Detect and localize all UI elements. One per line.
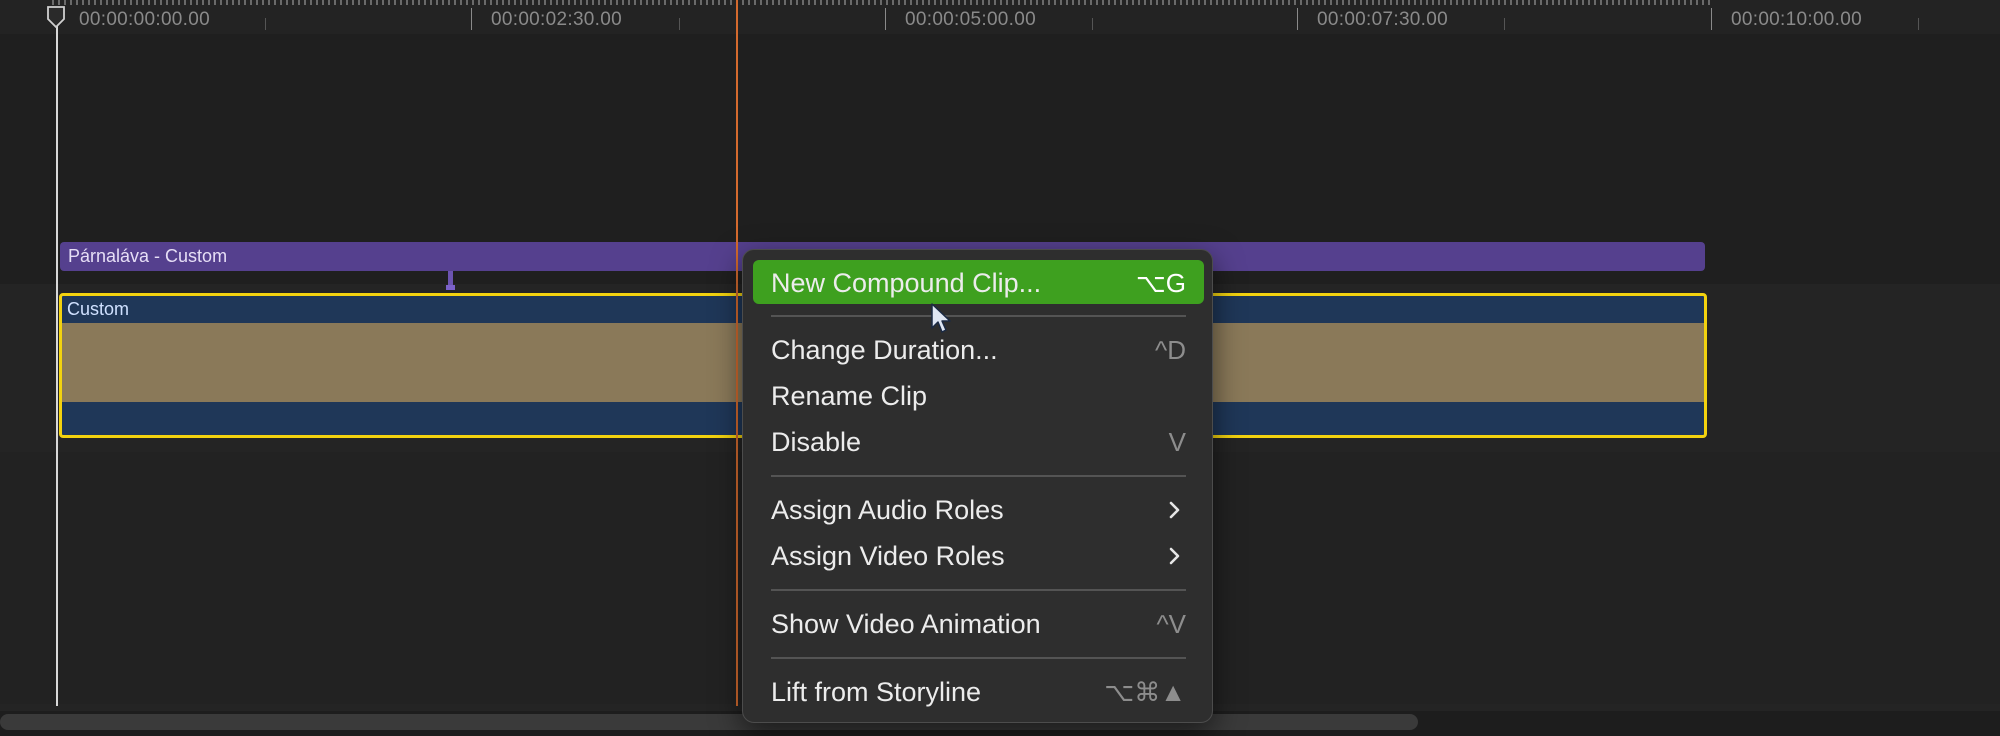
ruler-major-tick (1297, 8, 1298, 30)
menu-item-lift-from-storyline[interactable]: Lift from Storyline ⌥⌘▲ (753, 669, 1204, 713)
menu-item-shortcut: ^D (1155, 335, 1186, 365)
context-menu: New Compound Clip... ⌥G Change Duration.… (742, 249, 1213, 723)
ruler-major-tick (471, 8, 472, 30)
clip-connection-point (446, 285, 455, 290)
menu-item-shortcut: ^V (1156, 609, 1186, 639)
connected-clip-label: Párnaláva - Custom (68, 246, 228, 266)
menu-item-shortcut: ⌥⌘▲ (1104, 677, 1186, 707)
menu-item-rename-clip[interactable]: Rename Clip (753, 373, 1204, 417)
menu-item-assign-video-roles[interactable]: Assign Video Roles (753, 533, 1204, 577)
chevron-right-icon (1169, 501, 1180, 519)
menu-separator (771, 657, 1186, 659)
menu-separator (771, 475, 1186, 477)
ruler-major-tick (885, 8, 886, 30)
menu-item-shortcut: V (1168, 427, 1186, 457)
ruler-timecode: 00:00:00:00.00 (79, 9, 210, 30)
timeline-ruler[interactable]: 00:00:00:00.00 00:00:02:30.00 00:00:05:0… (0, 0, 2000, 34)
playhead-line (56, 26, 58, 706)
menu-item-assign-audio-roles[interactable]: Assign Audio Roles (753, 487, 1204, 531)
ruler-minor-tick (1918, 18, 1919, 30)
menu-item-label: Lift from Storyline (771, 677, 982, 707)
ruler-timecode: 00:00:10:00.00 (1731, 9, 1862, 30)
menu-item-label: Assign Audio Roles (771, 495, 1004, 525)
menu-item-label: New Compound Clip... (771, 268, 1042, 298)
menu-item-label: Assign Video Roles (771, 541, 1005, 571)
menu-item-change-duration[interactable]: Change Duration... ^D (753, 327, 1204, 371)
menu-item-new-compound-clip[interactable]: New Compound Clip... ⌥G (753, 260, 1204, 304)
ruler-timecode: 00:00:05:00.00 (905, 9, 1036, 30)
ruler-minor-tick (265, 18, 266, 30)
ruler-timecode: 00:00:07:30.00 (1317, 9, 1448, 30)
ruler-minor-tick (679, 18, 680, 30)
menu-item-label: Show Video Animation (771, 609, 1041, 639)
ruler-minor-tick (1504, 18, 1505, 30)
ruler-major-tick (1711, 8, 1712, 30)
menu-item-shortcut: ⌥G (1135, 268, 1186, 298)
ruler-minor-tick (1092, 18, 1093, 30)
menu-item-label: Change Duration... (771, 335, 998, 365)
chevron-right-icon (1169, 547, 1180, 565)
skimmer-line (736, 0, 738, 706)
menu-item-label: Disable (771, 427, 862, 457)
ruler-range-dots (52, 0, 1712, 5)
primary-clip-label: Custom (67, 299, 130, 319)
menu-item-disable[interactable]: Disable V (753, 419, 1204, 463)
mouse-pointer-icon (931, 303, 951, 333)
menu-item-label: Rename Clip (771, 381, 928, 411)
menu-separator (771, 315, 1186, 317)
menu-separator (771, 589, 1186, 591)
playhead-handle-icon[interactable] (47, 6, 65, 28)
menu-item-show-video-animation[interactable]: Show Video Animation ^V (753, 601, 1204, 645)
ruler-timecode: 00:00:02:30.00 (491, 9, 622, 30)
